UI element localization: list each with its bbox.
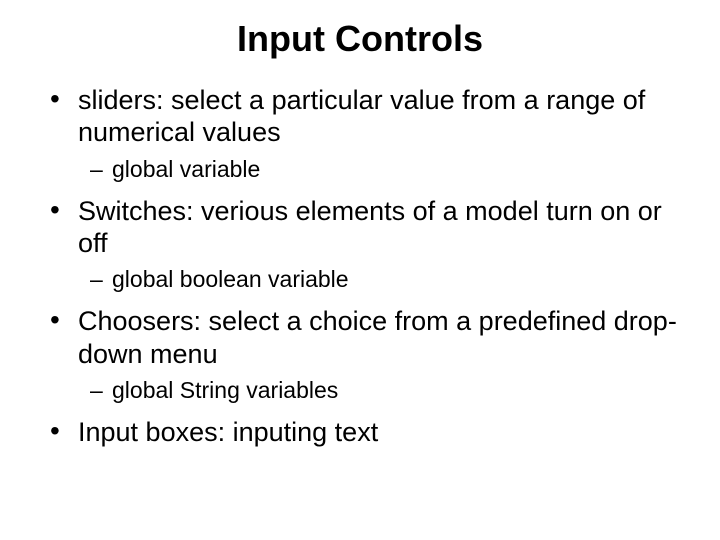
- bullet-item: Input boxes: inputing text: [40, 416, 680, 448]
- bullet-list: sliders: select a particular value from …: [40, 84, 680, 448]
- bullet-item: Choosers: select a choice from a predefi…: [40, 305, 680, 370]
- sub-list: global String variables: [40, 376, 680, 406]
- sub-list: global variable: [40, 155, 680, 185]
- bullet-item: Switches: verious elements of a model tu…: [40, 195, 680, 260]
- sub-item: global variable: [40, 155, 680, 185]
- bullet-item: sliders: select a particular value from …: [40, 84, 680, 149]
- sub-item: global String variables: [40, 376, 680, 406]
- sub-list: global boolean variable: [40, 265, 680, 295]
- slide-title: Input Controls: [40, 18, 680, 60]
- sub-item: global boolean variable: [40, 265, 680, 295]
